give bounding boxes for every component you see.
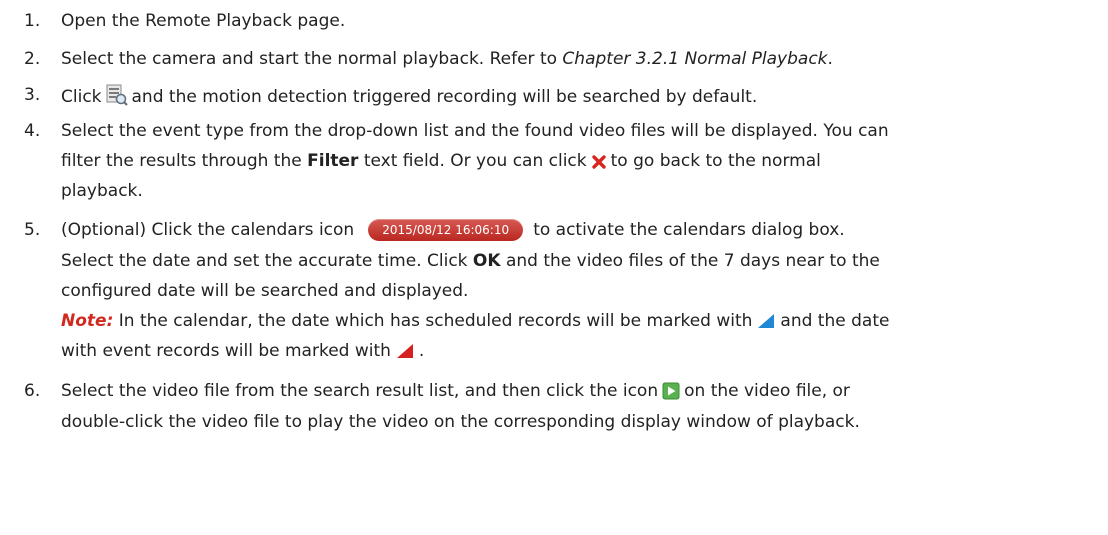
step-number: 1.	[24, 11, 41, 31]
step-number: 2.	[24, 49, 41, 69]
step-text: Select the event type from the drop-down…	[61, 121, 889, 141]
note-text: with event records will be marked with.	[61, 340, 424, 366]
step-text: configured date will be searched and dis…	[61, 281, 469, 301]
step-number: 3.	[24, 85, 41, 105]
document-page: 1. Open the Remote Playback page. 2. Sel…	[0, 0, 1108, 535]
note-label: Note:	[61, 311, 114, 331]
note-text: Note: In the calendar, the date which ha…	[61, 310, 889, 336]
step-text: Click and the motion detection triggered …	[61, 84, 757, 112]
scheduled-marker-icon	[756, 312, 776, 336]
event-marker-icon	[395, 342, 415, 366]
filter-label: Filter	[307, 151, 359, 171]
step-text: playback.	[61, 181, 143, 201]
close-red-x-icon	[591, 154, 607, 176]
step-text: Open the Remote Playback page.	[61, 11, 346, 31]
step-text: Select the date and set the accurate tim…	[61, 251, 880, 271]
step-text: (Optional) Click the calendars icon 2015/…	[61, 219, 845, 241]
calendar-time-bar: 2015/08/12 16:06:10	[368, 219, 524, 241]
step-number: 4.	[24, 121, 41, 141]
search-files-icon	[106, 84, 128, 112]
ok-label: OK	[472, 251, 501, 271]
step-text: Select the video file from the search re…	[61, 380, 850, 406]
step-number: 5.	[24, 220, 41, 240]
step-number: 6.	[24, 381, 41, 401]
step-text: filter the results through the Filter te…	[61, 150, 821, 176]
play-icon	[662, 382, 680, 406]
step-text: double-click the video file to play the …	[61, 412, 860, 432]
chapter-reference: Chapter 3.2.1 Normal Playback	[562, 49, 828, 69]
step-text: Select the camera and start the normal p…	[61, 49, 833, 69]
